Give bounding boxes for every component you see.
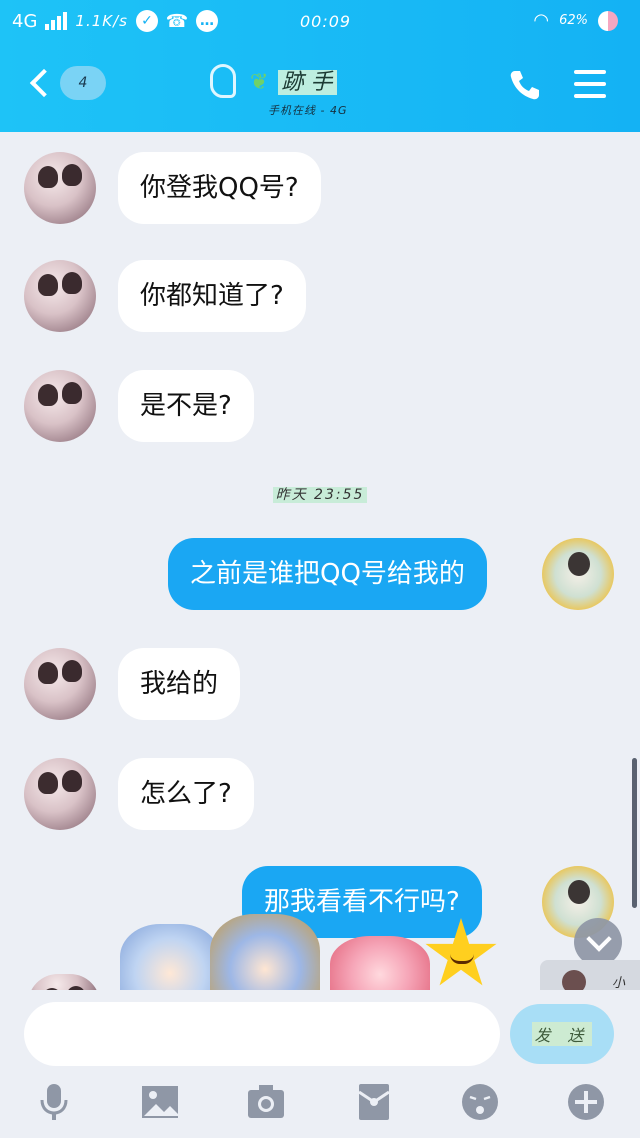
message-bubble[interactable]: 你登我QQ号? — [118, 152, 321, 224]
message-bubble[interactable]: 怎么了? — [118, 758, 254, 830]
plus-icon[interactable] — [566, 1082, 606, 1122]
network-speed: 1.1K/s — [75, 12, 128, 30]
network-type: 4G — [12, 10, 38, 32]
paw-icon — [562, 970, 586, 990]
message-bubble[interactable]: 我给的 — [118, 648, 241, 720]
message-bubble[interactable]: 是不是? — [118, 370, 254, 442]
message-icon: … — [195, 10, 218, 32]
call-icon: ☎ — [165, 10, 189, 32]
check-icon: ✓ — [135, 10, 158, 32]
top-bar: 4G 1.1K/s ✓ ☎ … 00:09 ◠ 62% 4 ❦ 跡 手 手机在线… — [0, 0, 640, 132]
battery-icon — [598, 10, 618, 31]
red-packet-icon[interactable] — [354, 1082, 394, 1122]
clock: 00:09 — [300, 12, 352, 31]
message-bubble[interactable]: 之前是谁把QQ号给我的 — [168, 538, 487, 610]
contact-avatar[interactable] — [24, 758, 96, 830]
battery-percent: 62% — [559, 13, 588, 28]
contact-avatar[interactable] — [24, 260, 96, 332]
signal-icon — [45, 12, 68, 30]
chevron-left-icon — [29, 68, 59, 98]
mic-icon[interactable] — [34, 1082, 74, 1122]
contact-name: 跡 手 — [277, 70, 337, 95]
menu-icon[interactable] — [574, 70, 606, 98]
ear-icon[interactable] — [210, 64, 236, 98]
title-bar: 4 ❦ 跡 手 手机在线 - 4G — [0, 50, 640, 132]
wifi-icon: ◠ — [533, 10, 550, 31]
contact-avatar[interactable] — [24, 648, 96, 720]
image-icon[interactable] — [140, 1082, 180, 1122]
contact-avatar[interactable] — [24, 152, 96, 224]
message-input[interactable] — [24, 1002, 500, 1066]
mini-card[interactable]: 小 丽 — [540, 960, 640, 990]
contact-status: 手机在线 - 4G — [268, 104, 348, 117]
my-avatar[interactable] — [542, 538, 614, 610]
composer-toolbar — [0, 1078, 640, 1138]
message-bubble[interactable]: 你都知道了? — [118, 260, 306, 332]
contact-title[interactable]: ❦ 跡 手 手机在线 - 4G — [250, 64, 348, 118]
chat-area[interactable]: 你登我QQ号? 你都知道了? 是不是? 昨天 23:55 之前是谁把QQ号给我的… — [0, 132, 640, 990]
camera-icon[interactable] — [246, 1082, 286, 1122]
back-button[interactable]: 4 — [24, 66, 106, 100]
sprout-icon: ❦ — [250, 70, 269, 95]
time-divider: 昨天 23:55 — [0, 484, 640, 504]
scrollbar[interactable] — [632, 758, 637, 908]
unread-count: 4 — [60, 66, 106, 100]
emoji-icon[interactable] — [460, 1082, 500, 1122]
composer: 发 送 — [0, 990, 640, 1138]
status-bar: 4G 1.1K/s ✓ ☎ … 00:09 ◠ 62% — [0, 0, 640, 44]
mini-card-label: 小 丽 — [612, 976, 626, 990]
send-button[interactable]: 发 送 — [510, 1004, 614, 1064]
scroll-down-button[interactable] — [574, 918, 622, 966]
phone-icon[interactable] — [508, 68, 542, 102]
contact-avatar[interactable] — [24, 370, 96, 442]
